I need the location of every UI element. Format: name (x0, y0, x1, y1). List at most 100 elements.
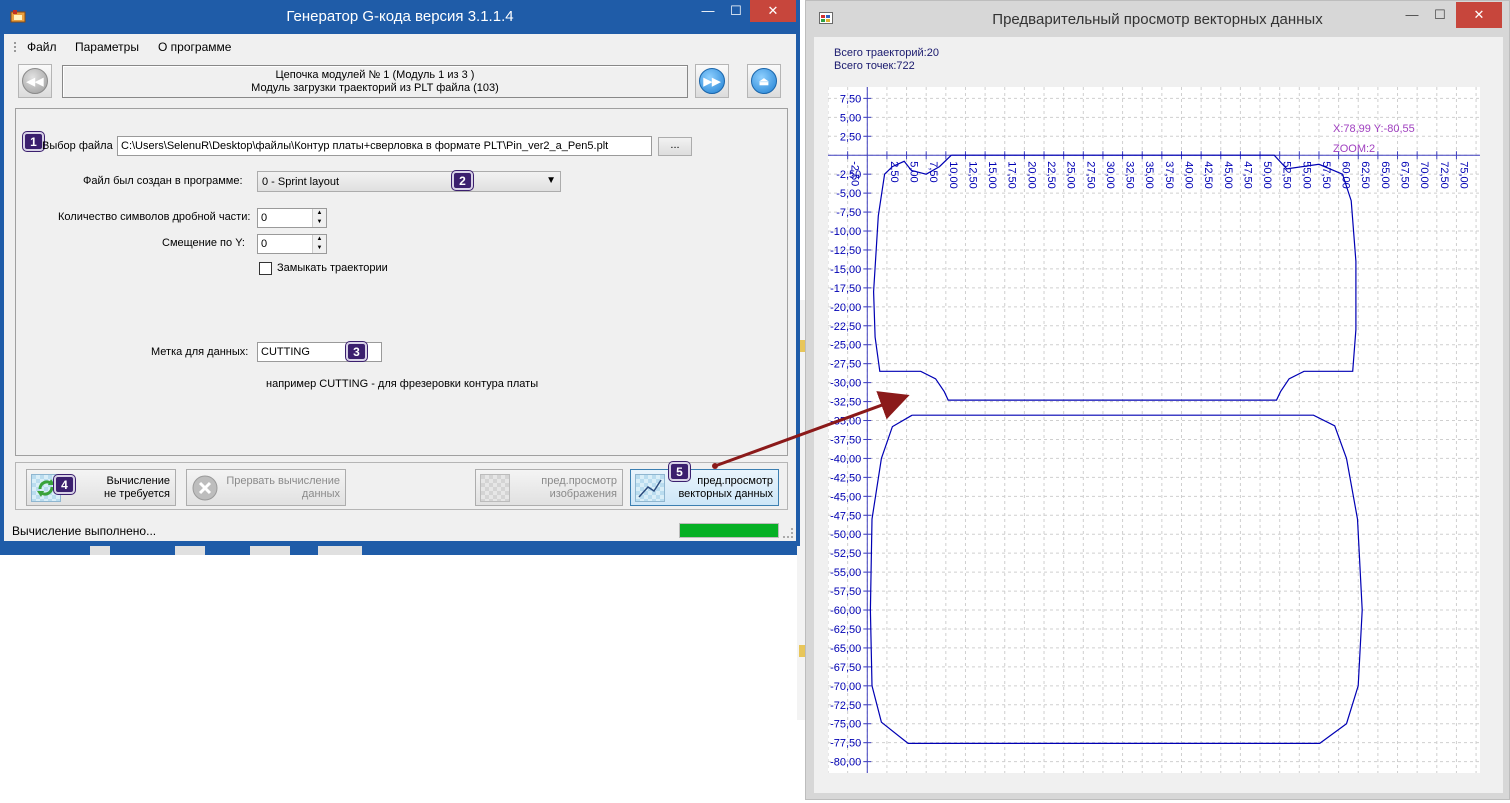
close-button[interactable]: ✕ (750, 0, 796, 22)
main-window: Генератор G-кода версия 3.1.1.4 — ☐ ✕ Фа… (0, 0, 800, 546)
x-tick-label: 32,50 (1124, 161, 1136, 189)
x-tick-label: 37,50 (1163, 161, 1175, 189)
menu-about[interactable]: О программе (158, 40, 231, 54)
x-tick-label: 17,50 (1006, 161, 1018, 189)
preview-vector-button[interactable]: пред.просмотр векторных данных (630, 469, 779, 506)
maximize-button[interactable]: ☐ (722, 0, 750, 22)
zoom-readout: ZOOM:2 (1333, 143, 1375, 155)
stop-icon (191, 474, 219, 502)
y-tick-label: -27,50 (830, 359, 861, 371)
y-tick-label: -10,00 (830, 226, 861, 238)
total-paths-label: Всего траекторий:20 (834, 47, 939, 59)
next-module-button[interactable]: ▶▶ (695, 64, 729, 98)
desktop-icon-fragment (250, 545, 290, 555)
callout-badge-3: 3 (346, 342, 367, 361)
y-tick-label: -80,00 (830, 757, 861, 769)
y-tick-label: -40,00 (830, 453, 861, 465)
offset-y-value: 0 (261, 238, 268, 250)
desktop-icon-fragment (318, 545, 362, 555)
x-tick-label: 65,00 (1379, 161, 1391, 189)
y-tick-label: 5,00 (840, 112, 861, 124)
desktop-icon-fragment (175, 545, 205, 555)
y-tick-label: -30,00 (830, 378, 861, 390)
offset-y-stepper[interactable]: 0 ▲ ▼ (257, 234, 327, 254)
x-tick-label: 10,00 (947, 161, 959, 189)
close-button[interactable]: ✕ (1456, 2, 1502, 28)
y-tick-label: -65,00 (830, 643, 861, 655)
main-titlebar[interactable]: Генератор G-кода версия 3.1.1.4 — ☐ ✕ (4, 0, 796, 34)
y-tick-label: -77,50 (830, 738, 861, 750)
compute-button[interactable]: Вычисление не требуется (26, 469, 176, 506)
eject-button[interactable]: ⏏ (747, 64, 781, 98)
module-name: Модуль загрузки траекторий из PLT файла … (251, 82, 499, 94)
total-points-label: Всего точек:722 (834, 60, 915, 72)
x-tick-label: 72,50 (1438, 161, 1450, 189)
y-tick-label: -60,00 (830, 605, 861, 617)
x-tick-label: 12,50 (966, 161, 978, 189)
preview-image-button[interactable]: пред.просмотр изображения (475, 469, 623, 506)
data-tag-label: Метка для данных: (151, 346, 249, 358)
callout-badge-5: 5 (669, 462, 690, 481)
preview-titlebar[interactable]: Предварительный просмотр векторных данны… (806, 1, 1509, 37)
chain-title: Цепочка модулей № 1 (Модуль 1 из 3 ) (275, 69, 475, 81)
eject-icon: ⏏ (751, 68, 777, 94)
program-label: Файл был создан в программе: (83, 175, 243, 187)
stepper-arrows-icon[interactable]: ▲ ▼ (312, 235, 326, 253)
x-tick-label: 67,50 (1399, 161, 1411, 189)
abort-button[interactable]: Прервать вычисление данных (186, 469, 346, 506)
y-tick-label: 7,50 (840, 93, 861, 105)
x-tick-label: 35,00 (1143, 161, 1155, 189)
program-select[interactable]: 0 - Sprint layout ▼ (257, 171, 561, 192)
x-tick-label: 62,50 (1359, 161, 1371, 189)
close-paths-label: Замыкать траектории (277, 262, 388, 274)
action-bar: Вычисление не требуется 4 Прервать вычис… (15, 462, 788, 510)
x-tick-label: 42,50 (1202, 161, 1214, 189)
y-tick-label: -70,00 (830, 681, 861, 693)
cursor-readout: X:78,99 Y:-80,55 (1333, 123, 1415, 135)
desktop-background (0, 545, 800, 555)
y-tick-label: -15,00 (830, 264, 861, 276)
fast-forward-icon: ▶▶ (699, 68, 725, 94)
desktop-icon-fragment (90, 545, 110, 555)
resize-grip[interactable] (783, 528, 793, 538)
y-tick-label: -35,00 (830, 416, 861, 428)
y-tick-label: -75,00 (830, 719, 861, 731)
y-tick-label: -42,50 (830, 472, 861, 484)
y-tick-label: -52,50 (830, 548, 861, 560)
y-tick-label: -72,50 (830, 700, 861, 712)
maximize-button[interactable]: ☐ (1426, 2, 1454, 28)
browse-button[interactable]: ... (658, 137, 692, 156)
y-tick-label: -5,00 (836, 188, 861, 200)
minimize-button[interactable]: — (1398, 2, 1426, 28)
data-tag-hint: например CUTTING - для фрезеровки контур… (266, 378, 539, 390)
y-tick-label: -50,00 (830, 529, 861, 541)
x-tick-label: 50,00 (1261, 161, 1273, 189)
status-text: Вычисление выполнено... (12, 524, 157, 538)
prev-module-button[interactable]: ◀◀ (18, 64, 52, 98)
progress-bar (679, 523, 779, 538)
module-settings-panel: 1 Выбор файла C:\Users\SelenuR\Desktop\ф… (15, 108, 788, 456)
y-tick-label: -20,00 (830, 302, 861, 314)
minimize-button[interactable]: — (694, 0, 722, 22)
y-tick-label: -12,50 (830, 245, 861, 257)
x-tick-label: -2,50 (849, 161, 861, 186)
vector-plot[interactable]: 7,50 5,00 2,50 -2,50 -5,00 -7,50 -10,00 -12,50 -… (828, 87, 1480, 773)
close-paths-checkbox[interactable] (259, 262, 272, 275)
menu-parameters[interactable]: Параметры (75, 40, 139, 54)
menu-file[interactable]: Файл (27, 40, 57, 54)
y-tick-label: -25,00 (830, 340, 861, 352)
y-tick-label: 2,50 (840, 131, 861, 143)
status-bar: Вычисление выполнено... (4, 519, 796, 541)
x-tick-label: 15,00 (986, 161, 998, 189)
module-chain-info: Цепочка модулей № 1 (Модуль 1 из 3 ) Мод… (62, 65, 688, 98)
preview-client-area: Всего траекторий:20 Всего точек:722 7,50… (814, 37, 1503, 793)
decimals-stepper[interactable]: 0 ▲ ▼ (257, 208, 327, 228)
file-path-input[interactable]: C:\Users\SelenuR\Desktop\файлы\Контур пл… (117, 136, 652, 156)
offset-y-label: Смещение по Y: (162, 237, 245, 249)
x-tick-label: 25,00 (1065, 161, 1077, 189)
x-tick-label: 20,00 (1025, 161, 1037, 189)
stepper-arrows-icon[interactable]: ▲ ▼ (312, 209, 326, 227)
callout-badge-1: 1 (23, 132, 44, 151)
y-tick-label: -32,50 (830, 397, 861, 409)
chevron-down-icon: ▼ (546, 175, 556, 186)
